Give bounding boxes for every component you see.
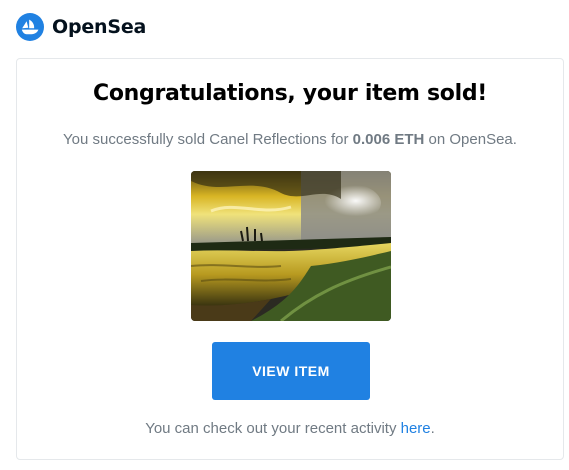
item-image[interactable] bbox=[191, 171, 391, 321]
sale-message-suffix: on OpenSea. bbox=[424, 131, 517, 148]
view-item-button[interactable]: VIEW ITEM bbox=[212, 342, 370, 400]
brand-name: OpenSea bbox=[52, 16, 147, 38]
opensea-logo-icon bbox=[16, 13, 44, 41]
sale-message: You successfully sold Canel Reflections … bbox=[17, 131, 563, 148]
activity-link[interactable]: here bbox=[401, 420, 431, 437]
email-page: OpenSea Congratulations, your item sold!… bbox=[0, 0, 569, 470]
sale-message-prefix: You successfully sold Canel Reflections … bbox=[63, 131, 353, 148]
sale-title: Congratulations, your item sold! bbox=[93, 81, 487, 106]
activity-note-suffix: . bbox=[430, 420, 435, 437]
email-header: OpenSea bbox=[16, 12, 146, 42]
sale-card: Congratulations, your item sold! You suc… bbox=[16, 58, 564, 460]
sale-price: 0.006 ETH bbox=[352, 131, 425, 148]
activity-note-prefix: You can check out your recent activity bbox=[145, 420, 401, 437]
activity-note: You can check out your recent activity h… bbox=[17, 420, 563, 437]
